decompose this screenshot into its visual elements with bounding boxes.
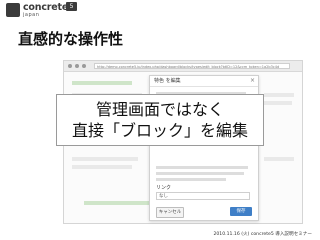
page-text-line <box>264 101 292 105</box>
concrete5-logo: concrete 5 japan <box>6 2 77 19</box>
page-text-line <box>72 165 132 169</box>
browser-toolbar: http://demo.concrete5.jp/index.php/dashb… <box>64 61 302 72</box>
callout-line-2: 直接「ブロック」を編集 <box>71 121 248 140</box>
back-icon[interactable] <box>68 64 72 68</box>
dialog-title: 特色 を編集 <box>150 76 258 87</box>
page-header-bar <box>72 81 132 85</box>
page-text-line <box>264 93 294 97</box>
footer-caption: 2010.11.16 (火) concrete5 導入説明セミナー <box>213 232 312 237</box>
dialog-text-line <box>156 172 244 175</box>
slide-title: 直感的な操作性 <box>18 30 124 48</box>
page-footer-bar <box>84 201 154 205</box>
save-button[interactable]: 保存 <box>230 207 252 216</box>
page-text-line <box>264 157 294 161</box>
close-icon[interactable]: × <box>250 77 255 84</box>
link-select[interactable]: なし <box>156 192 250 200</box>
reload-icon[interactable] <box>82 64 86 68</box>
link-label: リンク <box>156 185 172 191</box>
page-text-line <box>72 157 138 161</box>
cancel-button[interactable]: キャンセル <box>156 207 184 218</box>
logo-mark-icon <box>6 3 20 17</box>
address-bar[interactable]: http://demo.concrete5.jp/index.php/dashb… <box>94 63 290 69</box>
logo-version: 5 <box>66 2 77 11</box>
callout-box: 管理画面ではなく 直接「ブロック」を編集 <box>56 94 264 146</box>
callout-line-1: 管理画面ではなく <box>95 100 224 119</box>
forward-icon[interactable] <box>75 64 79 68</box>
logo-subtitle: japan <box>23 12 40 18</box>
dialog-text-line <box>156 178 226 181</box>
dialog-text-line <box>156 166 248 169</box>
